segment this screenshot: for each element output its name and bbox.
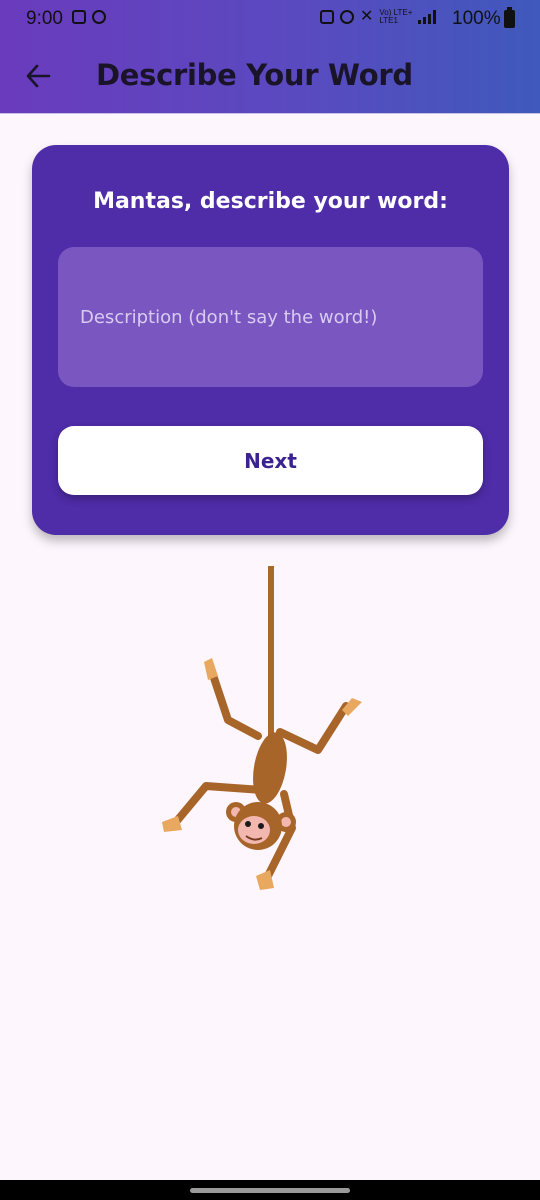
do-not-disturb-icon — [92, 10, 106, 24]
card-heading: Mantas, describe your word: — [93, 189, 448, 214]
network-label-bottom: LTE1 — [379, 16, 398, 25]
signal-icon — [418, 10, 437, 24]
arrow-left-icon — [26, 64, 51, 88]
image-notification-icon — [72, 10, 86, 24]
lock-icon — [320, 10, 334, 24]
description-input[interactable] — [58, 247, 483, 387]
battery-percent: 100% — [452, 8, 501, 29]
describe-card: Mantas, describe your word: Next — [32, 145, 509, 535]
monkey-left-arm — [210, 674, 262, 740]
mute-icon: ✕ — [360, 8, 374, 25]
battery-icon — [504, 7, 515, 28]
app-bar: 9:00 ✕ Vo) LTE+ LTE1 100% Describe Your … — [0, 0, 540, 114]
system-nav-bar — [0, 1180, 540, 1200]
home-indicator[interactable] — [190, 1188, 350, 1193]
status-left-icons — [72, 10, 106, 24]
rope — [268, 566, 274, 740]
next-button[interactable]: Next — [58, 426, 483, 495]
alarm-icon — [340, 10, 354, 24]
back-button[interactable] — [18, 56, 58, 96]
monkey-left-hand — [204, 658, 218, 680]
status-right-icons: ✕ Vo) LTE+ LTE1 — [320, 8, 437, 25]
hanging-monkey-illustration — [162, 566, 362, 890]
page-title: Describe Your Word — [96, 58, 413, 92]
status-time: 9:00 — [26, 8, 63, 29]
network-label: Vo) LTE+ LTE1 — [379, 9, 412, 25]
status-bar: 9:00 ✕ Vo) LTE+ LTE1 100% — [0, 0, 540, 38]
monkey-right-arm — [276, 702, 350, 754]
